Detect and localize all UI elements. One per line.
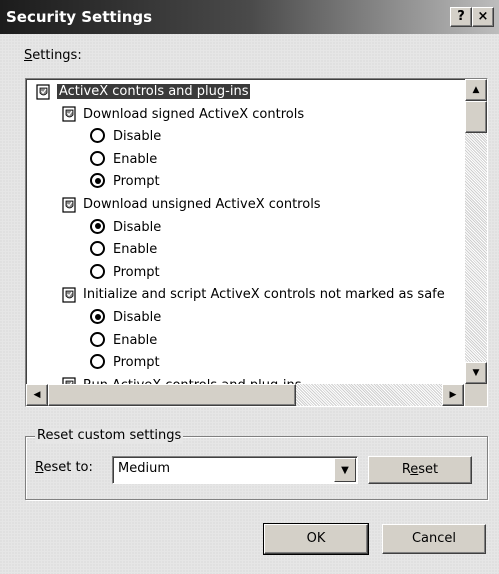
horizontal-scroll-thumb[interactable] — [48, 384, 296, 406]
security-setting-icon — [62, 377, 77, 384]
radio-checked-icon[interactable] — [90, 309, 105, 324]
reset-level-select[interactable]: Medium ▼ — [112, 456, 358, 484]
radio-unchecked-icon[interactable] — [90, 150, 105, 166]
arrow-down-icon: ▼ — [472, 368, 480, 378]
tree-item-label: ActiveX controls and plug-ins — [57, 84, 251, 99]
reset-level-value: Medium — [118, 461, 170, 476]
ok-button[interactable]: OK — [263, 523, 369, 555]
radio-option[interactable]: Prompt — [90, 172, 160, 192]
scroll-left-button[interactable]: ◀ — [26, 384, 48, 406]
tree-item-label: Disable — [113, 219, 162, 235]
tree-item-label: Disable — [113, 129, 162, 145]
tree-item-label: Enable — [113, 151, 158, 167]
settings-tree-content: ActiveX controls and plug-ins Download si… — [26, 79, 464, 384]
security-setting-icon — [36, 83, 51, 100]
vertical-scroll-thumb[interactable] — [465, 101, 487, 133]
radio-checked-icon[interactable] — [90, 173, 105, 189]
tree-setting[interactable]: Initialize and script ActiveX controls n… — [62, 285, 445, 305]
tree-item-label: Prompt — [113, 355, 160, 371]
settings-tree[interactable]: ActiveX controls and plug-ins Download si… — [25, 78, 488, 407]
radio-option[interactable]: Disable — [90, 218, 161, 238]
dropdown-button[interactable]: ▼ — [334, 458, 356, 482]
security-setting-icon — [62, 196, 77, 213]
radio-unchecked-icon[interactable] — [90, 128, 105, 144]
arrow-up-icon: ▲ — [472, 85, 480, 95]
tree-item-label: Enable — [113, 242, 158, 258]
radio-unchecked-icon[interactable] — [90, 241, 105, 257]
scroll-right-button[interactable]: ▶ — [442, 384, 464, 406]
chevron-down-icon: ▼ — [341, 464, 349, 476]
reset-to-label: Reset to: — [35, 460, 93, 475]
scroll-down-button[interactable]: ▼ — [465, 362, 487, 384]
window-title: Security Settings — [6, 8, 153, 26]
tree-item-label: Prompt — [113, 264, 160, 280]
radio-option[interactable]: Enable — [90, 150, 157, 170]
tree-setting[interactable]: Download signed ActiveX controls — [62, 105, 304, 125]
horizontal-scrollbar[interactable]: ◀ ▶ — [26, 384, 464, 406]
title-bar: Security Settings ? × — [0, 0, 499, 34]
radio-checked-icon[interactable] — [90, 218, 105, 234]
radio-option[interactable]: Prompt — [90, 353, 160, 373]
radio-unchecked-icon[interactable] — [90, 331, 105, 347]
settings-label: Settings: — [24, 48, 82, 63]
security-setting-icon — [62, 106, 77, 122]
radio-unchecked-icon[interactable] — [90, 263, 105, 279]
reset-group-legend: Reset custom settings — [35, 428, 184, 443]
security-setting-icon — [62, 287, 77, 303]
radio-option[interactable]: Prompt — [90, 263, 160, 283]
radio-unchecked-icon[interactable] — [90, 354, 105, 370]
arrow-right-icon: ▶ — [449, 390, 457, 400]
help-button[interactable]: ? — [450, 7, 472, 27]
tree-item-label: Disable — [113, 310, 162, 325]
tree-setting[interactable]: Run ActiveX controls and plug-ins — [62, 376, 302, 384]
tree-item-label: Enable — [113, 332, 158, 348]
arrow-left-icon: ◀ — [33, 390, 41, 400]
tree-item-label: Download unsigned ActiveX controls — [83, 197, 321, 212]
reset-button[interactable]: Reset — [368, 456, 472, 484]
tree-item-label: Prompt — [113, 174, 160, 190]
tree-setting[interactable]: Download unsigned ActiveX controls — [62, 195, 321, 215]
tree-category[interactable]: ActiveX controls and plug-ins — [36, 82, 251, 102]
vertical-scrollbar[interactable]: ▲ ▼ — [465, 79, 487, 384]
tree-item-label: Initialize and script ActiveX controls n… — [83, 287, 445, 303]
scroll-up-button[interactable]: ▲ — [465, 79, 487, 101]
radio-option[interactable]: Disable — [90, 308, 161, 328]
close-button[interactable]: × — [472, 7, 494, 27]
cancel-button[interactable]: Cancel — [382, 524, 486, 554]
radio-option[interactable]: Enable — [90, 240, 157, 260]
radio-option[interactable]: Enable — [90, 331, 157, 351]
radio-option[interactable]: Disable — [90, 127, 161, 147]
scroll-corner — [465, 384, 487, 406]
tree-item-label: Download signed ActiveX controls — [83, 106, 305, 122]
